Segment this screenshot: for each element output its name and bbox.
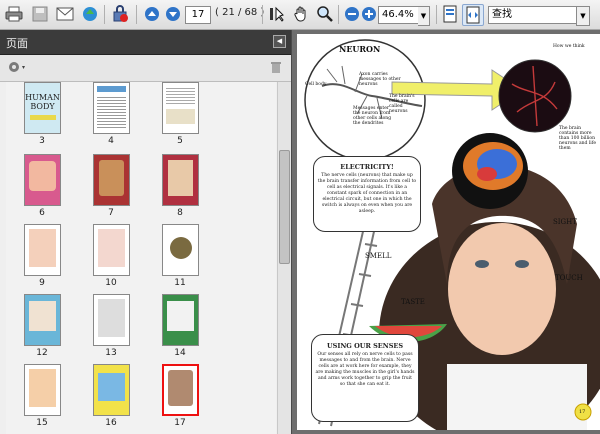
print-icon[interactable] — [4, 4, 24, 24]
label-taste: TASTE — [401, 298, 425, 306]
next-page-icon[interactable] — [163, 4, 183, 24]
thumbnail-label: 15 — [36, 418, 48, 428]
senses-title: USING OUR SENSES — [326, 342, 404, 350]
secure-icon[interactable] — [110, 4, 130, 24]
select-tool-icon[interactable] — [267, 4, 287, 24]
thumbnail-label: 10 — [105, 278, 117, 288]
thumbnail-label: 5 — [177, 136, 183, 146]
neuron-note: Cell body — [305, 82, 327, 87]
electricity-text: The nerve cells (neurons) that make up t… — [317, 173, 417, 214]
fit-page-icon[interactable] — [440, 4, 460, 24]
collapse-panel-icon[interactable]: ◀ — [273, 35, 286, 48]
thumbnail-title: HUMAN BODY — [25, 93, 60, 111]
thumbnail-label: 13 — [105, 348, 117, 358]
neuron-title: NEURON — [339, 44, 381, 54]
pages-panel: 页面 ◀ HUMAN BODY 3 4 5 6 7 8 9 10 11 12 1… — [0, 30, 292, 434]
thumbnail-page-9[interactable] — [24, 224, 61, 276]
page-count-label: ( 21 / 68 ) — [215, 7, 265, 18]
document-page: NEURON Cell body Axon carries messages t… — [297, 34, 600, 430]
thumbnail-label: 16 — [105, 418, 117, 428]
find-input[interactable]: 查找 — [488, 6, 579, 24]
thumbnail-page-12[interactable] — [24, 294, 61, 346]
thumbnail-label: 17 — [174, 418, 186, 428]
find-dropdown-icon[interactable]: ▼ — [576, 6, 590, 26]
senses-panel: USING OUR SENSES Our senses all rely on … — [311, 334, 419, 422]
thumbnail-label: 6 — [39, 208, 45, 218]
thumbnail-label: 11 — [174, 278, 186, 288]
brain-note: The brain contains more than 100 billion… — [559, 126, 597, 151]
neuron-note: Axon carries messages to other neurons — [359, 72, 401, 87]
page-number-input[interactable]: 17 — [185, 6, 211, 24]
label-smell: SMELL — [365, 252, 392, 260]
thumbnail-label: 14 — [174, 348, 186, 358]
thumbnail-page-3[interactable]: HUMAN BODY — [24, 82, 61, 134]
zoom-in-icon[interactable] — [359, 4, 379, 24]
thumbnail-page-13[interactable] — [93, 294, 130, 346]
thumbnail-label: 9 — [39, 278, 45, 288]
neuron-note: Messages enter the neuron from other cel… — [353, 106, 392, 126]
options-gear-icon[interactable] — [6, 59, 28, 78]
thumbnail-page-5[interactable] — [162, 82, 199, 134]
brain-note: How we think — [553, 44, 585, 49]
zoom-level-input[interactable]: 46.4% — [378, 6, 423, 24]
page-number: 17 — [579, 409, 586, 415]
thumbnail-label: 8 — [177, 208, 183, 218]
thumbnail-page-11[interactable] — [162, 224, 199, 276]
thumbnail-label: 12 — [36, 348, 48, 358]
thumbnail-scroll-thumb[interactable] — [279, 150, 290, 264]
label-touch: TOUCH — [555, 274, 583, 282]
electricity-panel: ELECTRICITY! The nerve cells (neurons) t… — [313, 156, 421, 232]
previous-page-icon[interactable] — [142, 4, 162, 24]
thumbnail-page-6[interactable] — [24, 154, 61, 206]
marquee-zoom-icon[interactable] — [315, 4, 335, 24]
thumbnail-page-15[interactable] — [24, 364, 61, 416]
thumbnail-page-4[interactable] — [93, 82, 130, 134]
thumbnail-page-17[interactable] — [162, 364, 199, 416]
neuron-note: The brain's cells are called neurons — [389, 94, 415, 114]
fit-width-icon[interactable] — [462, 4, 484, 26]
pages-panel-header: 页面 ◀ — [0, 30, 291, 55]
pages-panel-title: 页面 — [6, 37, 28, 50]
delete-page-icon[interactable] — [270, 60, 282, 77]
zoom-dropdown-icon[interactable]: ▼ — [418, 6, 430, 26]
thumbnail-list: HUMAN BODY 3 4 5 6 7 8 9 10 11 12 13 14 … — [6, 82, 276, 434]
thumbnail-label: 3 — [39, 136, 45, 146]
collaborate-icon[interactable] — [80, 4, 100, 24]
thumbnail-page-14[interactable] — [162, 294, 199, 346]
toolbar: 17 ( 21 / 68 ) 46.4% ▼ 查找 ▼ — [0, 0, 600, 30]
thumbnail-page-16[interactable] — [93, 364, 130, 416]
pages-panel-options — [0, 55, 291, 82]
email-icon[interactable] — [55, 4, 75, 24]
label-sight: SIGHT — [553, 218, 577, 226]
senses-text: Our senses all rely on nerve cells to pa… — [315, 352, 415, 387]
thumbnail-page-8[interactable] — [162, 154, 199, 206]
thumbnail-page-7[interactable] — [93, 154, 130, 206]
electricity-title: ELECTRICITY! — [340, 163, 394, 171]
hand-tool-icon[interactable] — [291, 4, 311, 24]
save-icon[interactable] — [30, 4, 50, 24]
thumbnail-page-10[interactable] — [93, 224, 130, 276]
thumbnail-label: 4 — [108, 136, 114, 146]
thumbnail-label: 7 — [108, 208, 114, 218]
